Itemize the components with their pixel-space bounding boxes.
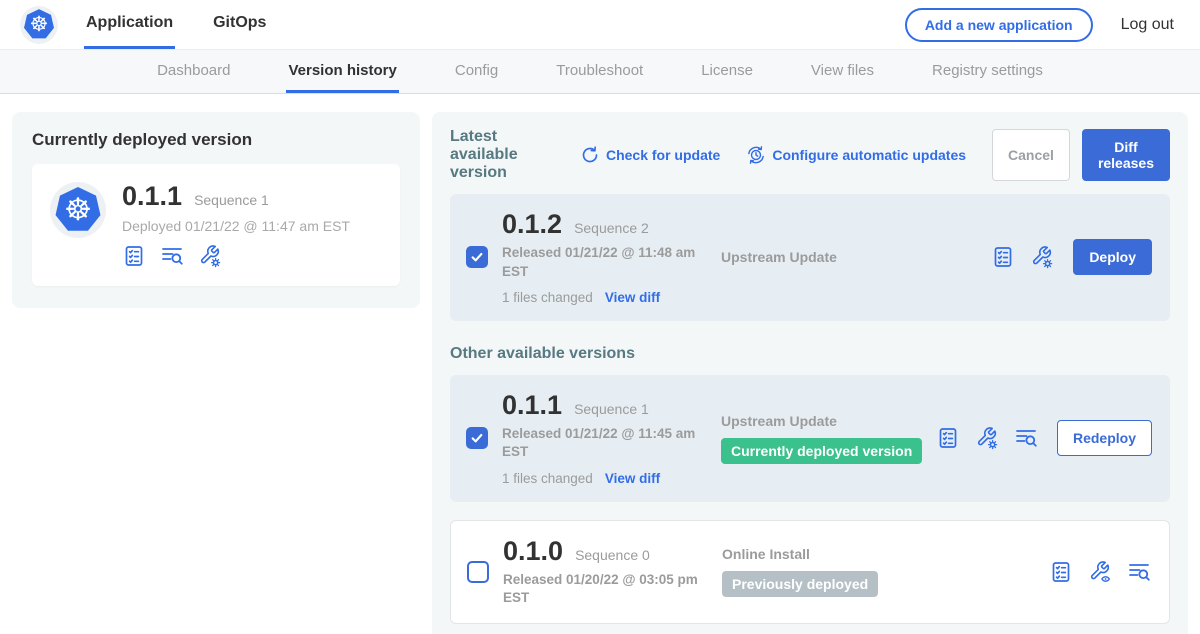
currently-deployed-badge: Currently deployed version — [721, 438, 922, 464]
sequence-label: Sequence 0 — [575, 547, 650, 563]
cancel-button[interactable]: Cancel — [992, 129, 1070, 181]
version-source-label: Upstream Update — [721, 249, 991, 265]
currently-deployed-card: Currently deployed version ☸ 0.1.1 Seque… — [12, 112, 420, 308]
sequence-label: Sequence 2 — [574, 220, 649, 236]
view-config-icon[interactable] — [1088, 560, 1112, 584]
deploy-logs-icon[interactable] — [1127, 560, 1151, 584]
edit-config-icon[interactable] — [975, 426, 999, 450]
version-row-0-1-2: 0.1.2 Sequence 2 Released 01/21/22 @ 11:… — [450, 194, 1170, 321]
app-logo[interactable]: ☸ — [20, 0, 58, 49]
view-diff-link[interactable]: View diff — [605, 290, 660, 305]
main-content: Currently deployed version ☸ 0.1.1 Seque… — [0, 94, 1200, 634]
kubernetes-icon: ☸ — [23, 9, 55, 41]
released-timestamp: Released 01/21/22 @ 11:48 amEST — [502, 244, 707, 280]
deploy-logs-icon[interactable] — [160, 244, 184, 268]
subnav-license[interactable]: License — [699, 50, 755, 93]
version-checkbox[interactable] — [466, 427, 488, 449]
edit-config-icon[interactable] — [198, 244, 222, 268]
files-changed-label: 1 files changed — [502, 290, 593, 305]
edit-config-icon[interactable] — [1030, 245, 1054, 269]
sequence-label: Sequence 1 — [574, 401, 649, 417]
preflight-checks-icon[interactable] — [991, 245, 1015, 269]
app-sub-nav: Dashboard Version history Config Trouble… — [0, 50, 1200, 94]
diff-releases-button[interactable]: Diff releases — [1082, 129, 1170, 181]
version-row-0-1-1: 0.1.1 Sequence 1 Released 01/21/22 @ 11:… — [450, 375, 1170, 502]
subnav-registry-settings[interactable]: Registry settings — [930, 50, 1045, 93]
other-versions-title: Other available versions — [450, 345, 1170, 363]
redeploy-button[interactable]: Redeploy — [1057, 420, 1152, 456]
version-number: 0.1.0 — [503, 537, 563, 565]
version-number: 0.1.1 — [502, 391, 562, 419]
version-number: 0.1.2 — [502, 210, 562, 238]
checkmark-icon — [469, 430, 485, 446]
deployed-sequence-label: Sequence 1 — [194, 192, 269, 208]
deployed-version-number: 0.1.1 — [122, 182, 182, 210]
subnav-view-files[interactable]: View files — [809, 50, 876, 93]
panel-header: Latest available version Check for updat… — [450, 128, 1170, 182]
preflight-checks-icon[interactable] — [1049, 560, 1073, 584]
refresh-icon — [580, 145, 600, 165]
tab-gitops[interactable]: GitOps — [211, 0, 268, 49]
top-nav: ☸ Application GitOps Add a new applicati… — [0, 0, 1200, 50]
subnav-config[interactable]: Config — [453, 50, 500, 93]
check-for-update-link[interactable]: Check for update — [580, 145, 720, 165]
view-diff-link[interactable]: View diff — [605, 471, 660, 486]
released-timestamp: Released 01/21/22 @ 11:45 amEST — [502, 425, 707, 461]
latest-version-title: Latest available version — [450, 128, 566, 182]
deployed-timestamp: Deployed 01/21/22 @ 11:47 am EST — [122, 218, 350, 234]
preflight-checks-icon[interactable] — [936, 426, 960, 450]
subnav-dashboard[interactable]: Dashboard — [155, 50, 232, 93]
deployed-version-box: ☸ 0.1.1 Sequence 1 Deployed 01/21/22 @ 1… — [32, 164, 400, 286]
version-checkbox[interactable] — [466, 246, 488, 268]
subnav-troubleshoot[interactable]: Troubleshoot — [554, 50, 645, 93]
kubernetes-icon: ☸ — [54, 186, 102, 234]
configure-automatic-updates-link[interactable]: Configure automatic updates — [746, 145, 966, 165]
version-checkbox[interactable] — [467, 561, 489, 583]
app-icon: ☸ — [50, 182, 106, 238]
files-changed-label: 1 files changed — [502, 471, 593, 486]
subnav-version-history[interactable]: Version history — [286, 50, 398, 93]
top-tabs: Application GitOps — [84, 0, 268, 49]
version-history-panel: Latest available version Check for updat… — [432, 112, 1188, 634]
tab-application[interactable]: Application — [84, 0, 175, 49]
deploy-logs-icon[interactable] — [1014, 426, 1038, 450]
deploy-button[interactable]: Deploy — [1073, 239, 1152, 275]
add-new-application-button[interactable]: Add a new application — [905, 8, 1093, 42]
released-timestamp: Released 01/20/22 @ 03:05 pmEST — [503, 571, 708, 607]
version-row-0-1-0: 0.1.0 Sequence 0 Released 01/20/22 @ 03:… — [450, 520, 1170, 625]
schedule-update-icon — [746, 145, 766, 165]
preflight-checks-icon[interactable] — [122, 244, 146, 268]
checkmark-icon — [469, 249, 485, 265]
previously-deployed-badge: Previously deployed — [722, 571, 878, 597]
deployed-card-title: Currently deployed version — [32, 130, 400, 150]
version-source-label: Upstream Update — [721, 413, 936, 429]
version-source-label: Online Install — [722, 546, 1049, 562]
logout-button[interactable]: Log out — [1121, 0, 1174, 49]
